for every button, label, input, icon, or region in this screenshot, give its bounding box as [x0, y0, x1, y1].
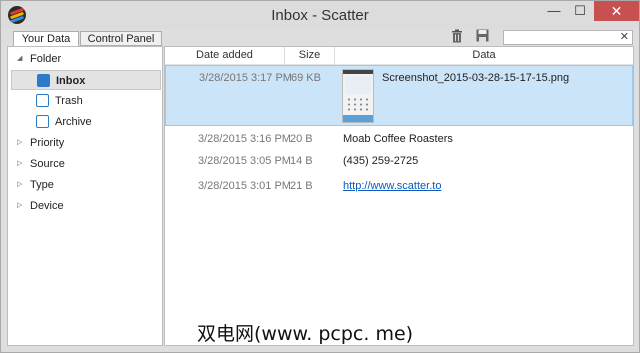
trash-icon[interactable]: [450, 29, 464, 44]
cell-size: 14 B: [290, 155, 313, 167]
table-row[interactable]: 3/28/2015 3:16 PM 20 B Moab Coffee Roast…: [165, 133, 633, 151]
data-list: Date added Size Data 3/28/2015 3:17 PM 6…: [164, 46, 634, 346]
screenshot-thumbnail: [342, 69, 374, 123]
expand-arrow-icon[interactable]: ▷: [17, 175, 22, 195]
clear-search-icon[interactable]: ✕: [620, 31, 629, 44]
close-button[interactable]: ✕: [594, 1, 639, 21]
expand-arrow-icon[interactable]: ▷: [17, 133, 22, 153]
cell-size: 21 B: [290, 180, 313, 192]
tree-folder[interactable]: ◢ Folder: [8, 49, 162, 69]
tree-priority-label: Priority: [30, 137, 65, 149]
column-header-date[interactable]: Date added: [165, 47, 285, 64]
cell-link[interactable]: http://www.scatter.to: [343, 180, 441, 192]
cell-date: 3/28/2015 3:05 PM: [198, 155, 291, 167]
inbox-icon: [37, 74, 50, 87]
sidebar-item-label: Inbox: [56, 75, 86, 87]
title-bar[interactable]: Inbox - Scatter — ☐ ✕: [1, 1, 639, 29]
tree-source-label: Source: [30, 158, 65, 170]
cell-data: Moab Coffee Roasters: [343, 133, 453, 145]
sidebar-item-archive[interactable]: Archive: [11, 112, 161, 132]
cell-date: 3/28/2015 3:16 PM: [198, 133, 291, 145]
sidebar-item-label: Archive: [55, 116, 92, 128]
minimize-button[interactable]: —: [541, 1, 567, 21]
tree-device-label: Device: [30, 200, 64, 212]
tree-type[interactable]: ▷ Type: [8, 175, 162, 195]
expand-arrow-icon[interactable]: ▷: [17, 154, 22, 174]
table-row[interactable]: 3/28/2015 3:01 PM 21 B http://www.scatte…: [165, 180, 633, 198]
trash-icon: [36, 94, 49, 107]
tree-type-label: Type: [30, 179, 54, 191]
sidebar-item-trash[interactable]: Trash: [11, 91, 161, 111]
tree-device[interactable]: ▷ Device: [8, 196, 162, 216]
cell-size: 20 B: [290, 133, 313, 145]
tree-priority[interactable]: ▷ Priority: [8, 133, 162, 153]
search-input[interactable]: ✕: [503, 30, 633, 45]
tab-control-panel[interactable]: Control Panel: [80, 31, 162, 46]
cell-size: 69 KB: [291, 72, 321, 84]
table-row[interactable]: 3/28/2015 3:05 PM 14 B (435) 259-2725: [165, 155, 633, 173]
sidebar-item-inbox[interactable]: Inbox: [11, 70, 161, 90]
cell-date: 3/28/2015 3:17 PM: [199, 72, 292, 84]
tree-folder-label: Folder: [30, 53, 62, 65]
app-window: Inbox - Scatter — ☐ ✕ Your Data Control …: [0, 0, 640, 353]
column-header-data[interactable]: Data: [335, 47, 633, 64]
cell-data: (435) 259-2725: [343, 155, 419, 167]
column-header-size[interactable]: Size: [285, 47, 335, 64]
tree-source[interactable]: ▷ Source: [8, 154, 162, 174]
watermark-text: 双电网(www. pcpc. me): [197, 323, 414, 345]
maximize-button[interactable]: ☐: [567, 1, 593, 21]
collapse-arrow-icon[interactable]: ◢: [17, 49, 22, 69]
tab-your-data[interactable]: Your Data: [13, 31, 79, 47]
cell-data: Screenshot_2015-03-28-15-17-15.png: [382, 72, 570, 84]
table-row[interactable]: 3/28/2015 3:17 PM 69 KB Screenshot_2015-…: [165, 65, 633, 126]
archive-icon: [36, 115, 49, 128]
cell-date: 3/28/2015 3:01 PM: [198, 180, 291, 192]
save-icon[interactable]: [475, 29, 489, 44]
sidebar-item-label: Trash: [55, 95, 83, 107]
sidebar: ◢ Folder Inbox Trash Archive ▷ Priority …: [7, 46, 163, 346]
expand-arrow-icon[interactable]: ▷: [17, 196, 22, 216]
